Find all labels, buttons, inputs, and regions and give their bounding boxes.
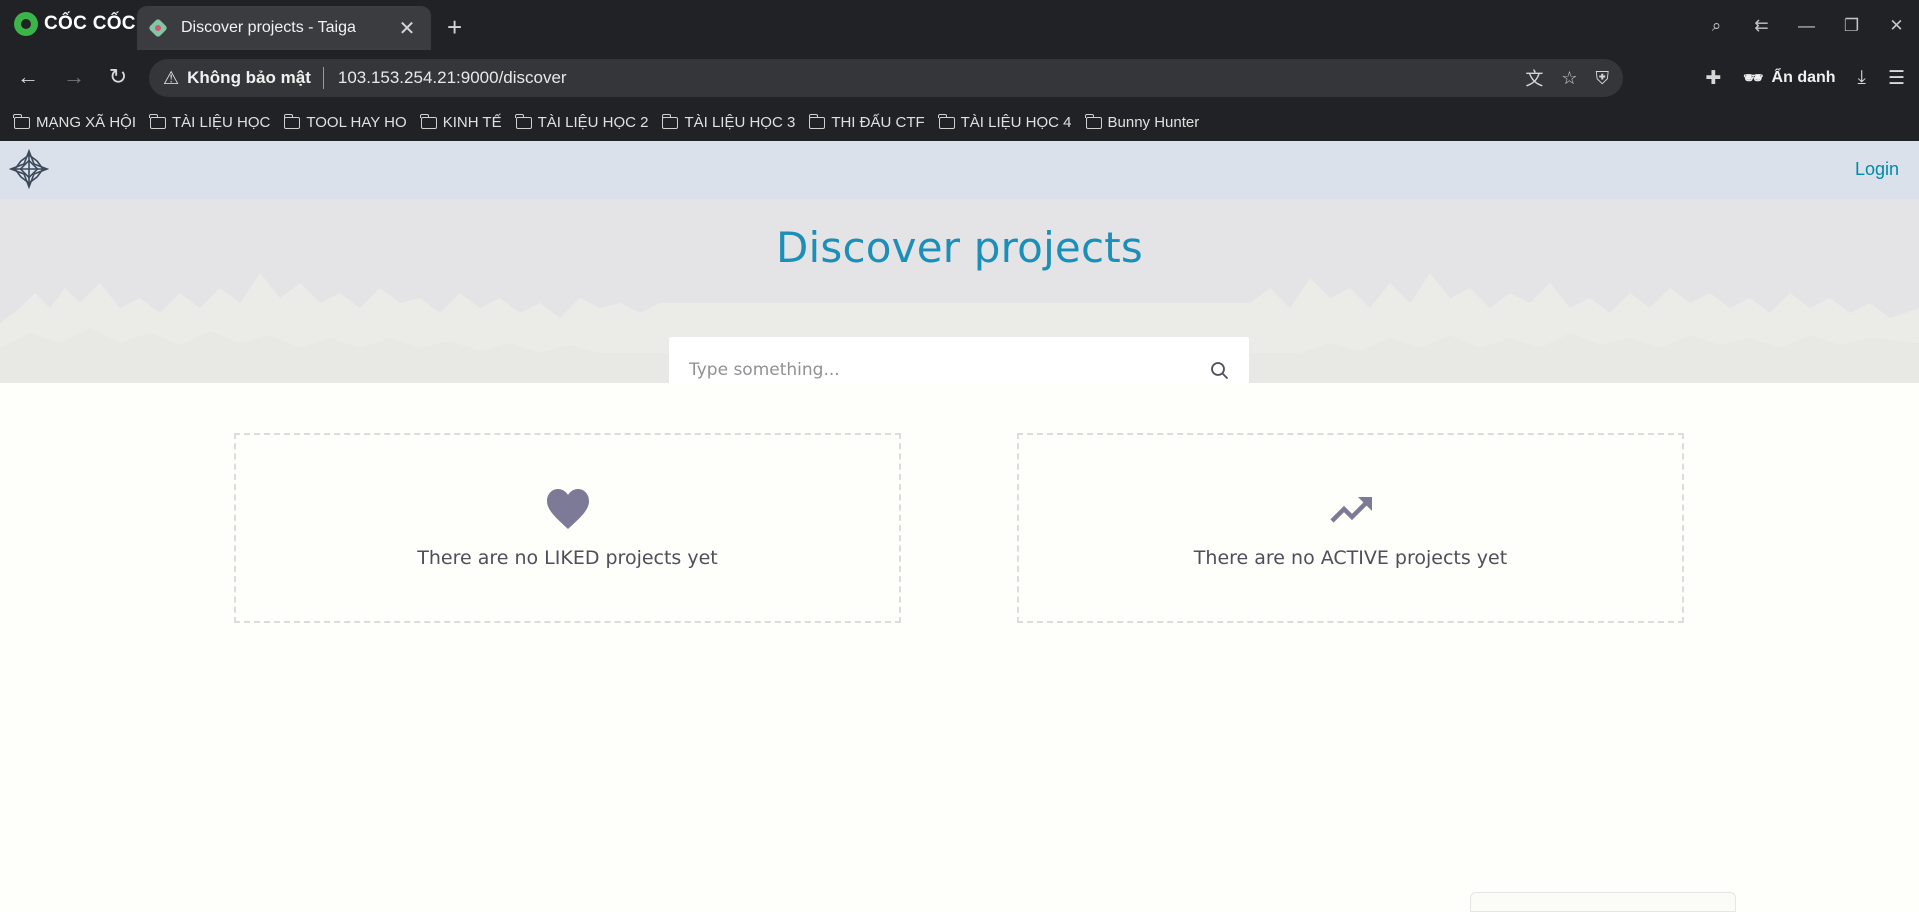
taiga-header: Login bbox=[0, 141, 1919, 199]
tab-search-icon[interactable]: ⌕ bbox=[1694, 16, 1739, 36]
security-label[interactable]: Không bảo mật bbox=[187, 68, 311, 88]
folder-icon bbox=[808, 113, 826, 129]
incognito-icon: 🕶 bbox=[1743, 70, 1764, 87]
tab-title: Discover projects - Taiga bbox=[181, 19, 356, 36]
bookmark-folder[interactable]: TÀI LIỆU HỌC 2 bbox=[514, 113, 648, 131]
translate-icon[interactable]: 文 bbox=[1525, 65, 1543, 91]
minimize-button[interactable]: — bbox=[1784, 16, 1829, 36]
bookmark-folder[interactable]: Bunny Hunter bbox=[1084, 113, 1199, 131]
close-window-button[interactable]: ✕ bbox=[1874, 16, 1919, 36]
heart-icon bbox=[546, 489, 589, 529]
search-input[interactable] bbox=[689, 359, 1209, 380]
bookmarks-bar: MẠNG XÃ HỘI TÀI LIỆU HỌC TOOL HAY HO KIN… bbox=[0, 104, 1919, 141]
forward-icon[interactable]: → bbox=[60, 64, 88, 90]
back-icon[interactable]: ← bbox=[14, 64, 42, 90]
star-icon[interactable]: ☆ bbox=[1561, 68, 1577, 89]
bookmark-folder[interactable]: TÀI LIỆU HỌC 4 bbox=[938, 113, 1072, 131]
browser-toolbar: ← → ↻ ⚠ Không bảo mật 103.153.254.21:900… bbox=[0, 52, 1919, 104]
tab-discover-projects[interactable]: Discover projects - Taiga ✕ bbox=[137, 6, 431, 50]
incognito-profile[interactable]: 🕶 Ẩn danh bbox=[1743, 68, 1835, 88]
folder-icon bbox=[13, 113, 30, 129]
liked-projects-card: There are no LIKED projects yet bbox=[234, 433, 901, 623]
search-box[interactable] bbox=[669, 337, 1249, 383]
window-controls: ⌕ ⇇ — ❐ ✕ bbox=[1694, 0, 1919, 52]
coccoc-icon bbox=[14, 12, 38, 36]
shield-icon[interactable]: ⛨ bbox=[1596, 68, 1610, 89]
browser-logo[interactable]: CỐC CỐC bbox=[14, 12, 136, 36]
browser-chrome: CỐC CỐC Discover projects - Taiga ✕ + ⌕ … bbox=[0, 0, 1919, 141]
new-tab-button[interactable]: + bbox=[447, 12, 462, 43]
profile-label: Ẩn danh bbox=[1771, 69, 1836, 86]
folder-icon bbox=[661, 113, 679, 129]
discover-hero: Discover projects bbox=[0, 199, 1919, 383]
bookmark-folder[interactable]: TÀI LIỆU HỌC 3 bbox=[661, 113, 795, 131]
bookmark-folder[interactable]: TOOL HAY HO bbox=[283, 113, 407, 131]
page-title: Discover projects bbox=[775, 223, 1144, 272]
folder-icon bbox=[283, 113, 301, 129]
download-icon[interactable]: ⤓ bbox=[1858, 67, 1866, 89]
search-icon[interactable] bbox=[1209, 360, 1229, 380]
bookmark-folder[interactable]: KINH TẾ bbox=[420, 113, 502, 131]
folder-icon bbox=[149, 113, 167, 129]
discover-content: There are no LIKED projects yet There ar… bbox=[0, 383, 1919, 903]
extensions-icon[interactable]: ✚ bbox=[1705, 67, 1721, 90]
folder-icon bbox=[420, 113, 437, 129]
active-empty-message: There are no ACTIVE projects yet bbox=[1193, 547, 1508, 569]
divider bbox=[322, 67, 324, 89]
taiga-logo-icon[interactable] bbox=[9, 149, 49, 189]
login-link[interactable]: Login bbox=[1855, 159, 1899, 180]
bookmark-folder[interactable]: THI ĐẤU CTF bbox=[808, 113, 925, 131]
back-history-icon[interactable]: ⇇ bbox=[1739, 16, 1784, 36]
bookmark-folder[interactable]: TÀI LIỆU HỌC bbox=[149, 113, 270, 131]
taiga-favicon-icon bbox=[149, 19, 167, 37]
toolbar-actions: ✚ 🕶 Ẩn danh ⤓ ☰ bbox=[1705, 60, 1905, 96]
menu-icon[interactable]: ☰ bbox=[1888, 67, 1905, 90]
reload-icon[interactable]: ↻ bbox=[104, 64, 132, 90]
address-bar[interactable]: ⚠ Không bảo mật 103.153.254.21:9000/disc… bbox=[149, 59, 1623, 97]
folder-icon bbox=[514, 113, 532, 129]
browser-name: CỐC CỐC bbox=[44, 13, 136, 34]
bookmark-folder[interactable]: MẠNG XÃ HỘI bbox=[13, 113, 136, 131]
warning-icon[interactable]: ⚠ bbox=[163, 68, 179, 89]
restore-button[interactable]: ❐ bbox=[1829, 16, 1874, 36]
folder-icon bbox=[1084, 113, 1102, 129]
liked-empty-message: There are no LIKED projects yet bbox=[417, 547, 718, 569]
folder-icon bbox=[938, 113, 955, 129]
tab-strip: CỐC CỐC Discover projects - Taiga ✕ + ⌕ … bbox=[0, 0, 1919, 52]
trending-up-icon bbox=[1329, 497, 1372, 523]
active-projects-card: There are no ACTIVE projects yet bbox=[1017, 433, 1684, 623]
close-icon[interactable]: ✕ bbox=[395, 16, 419, 41]
bottom-widget[interactable] bbox=[1470, 892, 1736, 912]
url-text[interactable]: 103.153.254.21:9000/discover bbox=[338, 68, 1508, 88]
